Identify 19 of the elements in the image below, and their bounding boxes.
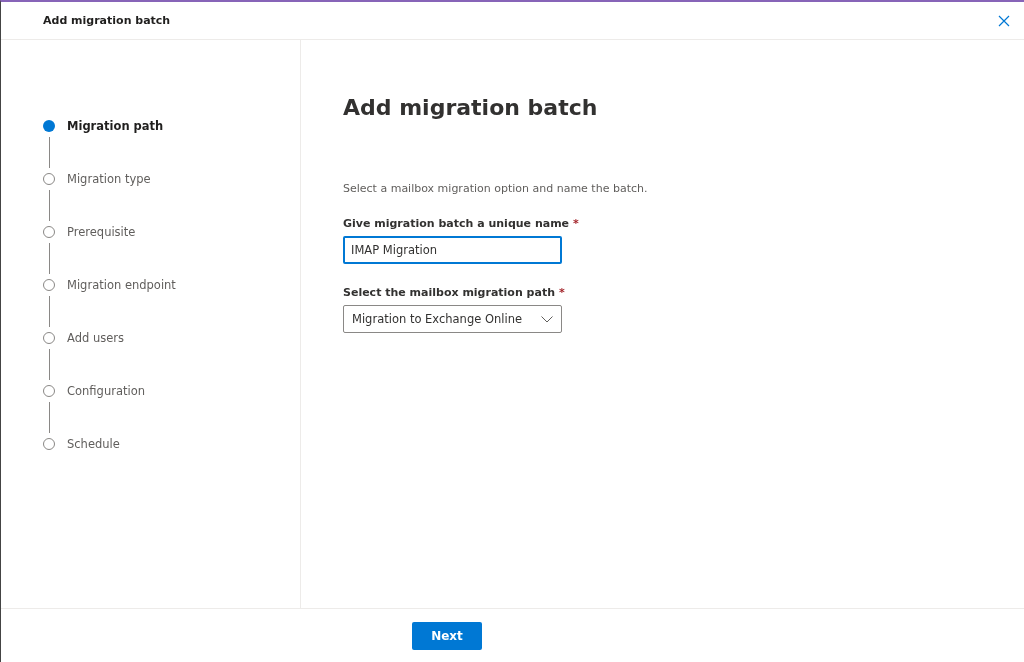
field-label: Select the mailbox migration path [343,286,555,299]
step-label: Migration endpoint [67,278,176,292]
step-label: Add users [67,331,124,345]
close-icon [998,14,1010,27]
migration-path-dropdown[interactable]: Migration to Exchange Online [343,305,562,333]
page-heading: Add migration batch [343,95,599,120]
dialog-title: Add migration batch [43,14,171,27]
required-mark: * [559,286,565,299]
step-label: Schedule [67,437,120,451]
step-label: Migration type [67,172,151,186]
step-label: Configuration [67,384,145,398]
step-label: Migration path [67,119,164,133]
next-button[interactable]: Next [412,621,482,650]
chevron-down-icon [541,315,553,323]
step-label: Prerequisite [67,225,136,239]
description-text: Select a mailbox migration option and name the batch. [343,182,649,195]
required-mark: * [573,217,579,230]
batch-name-input[interactable]: IMAP Migration [343,236,562,264]
field-label: Give migration batch a unique name [343,217,570,230]
